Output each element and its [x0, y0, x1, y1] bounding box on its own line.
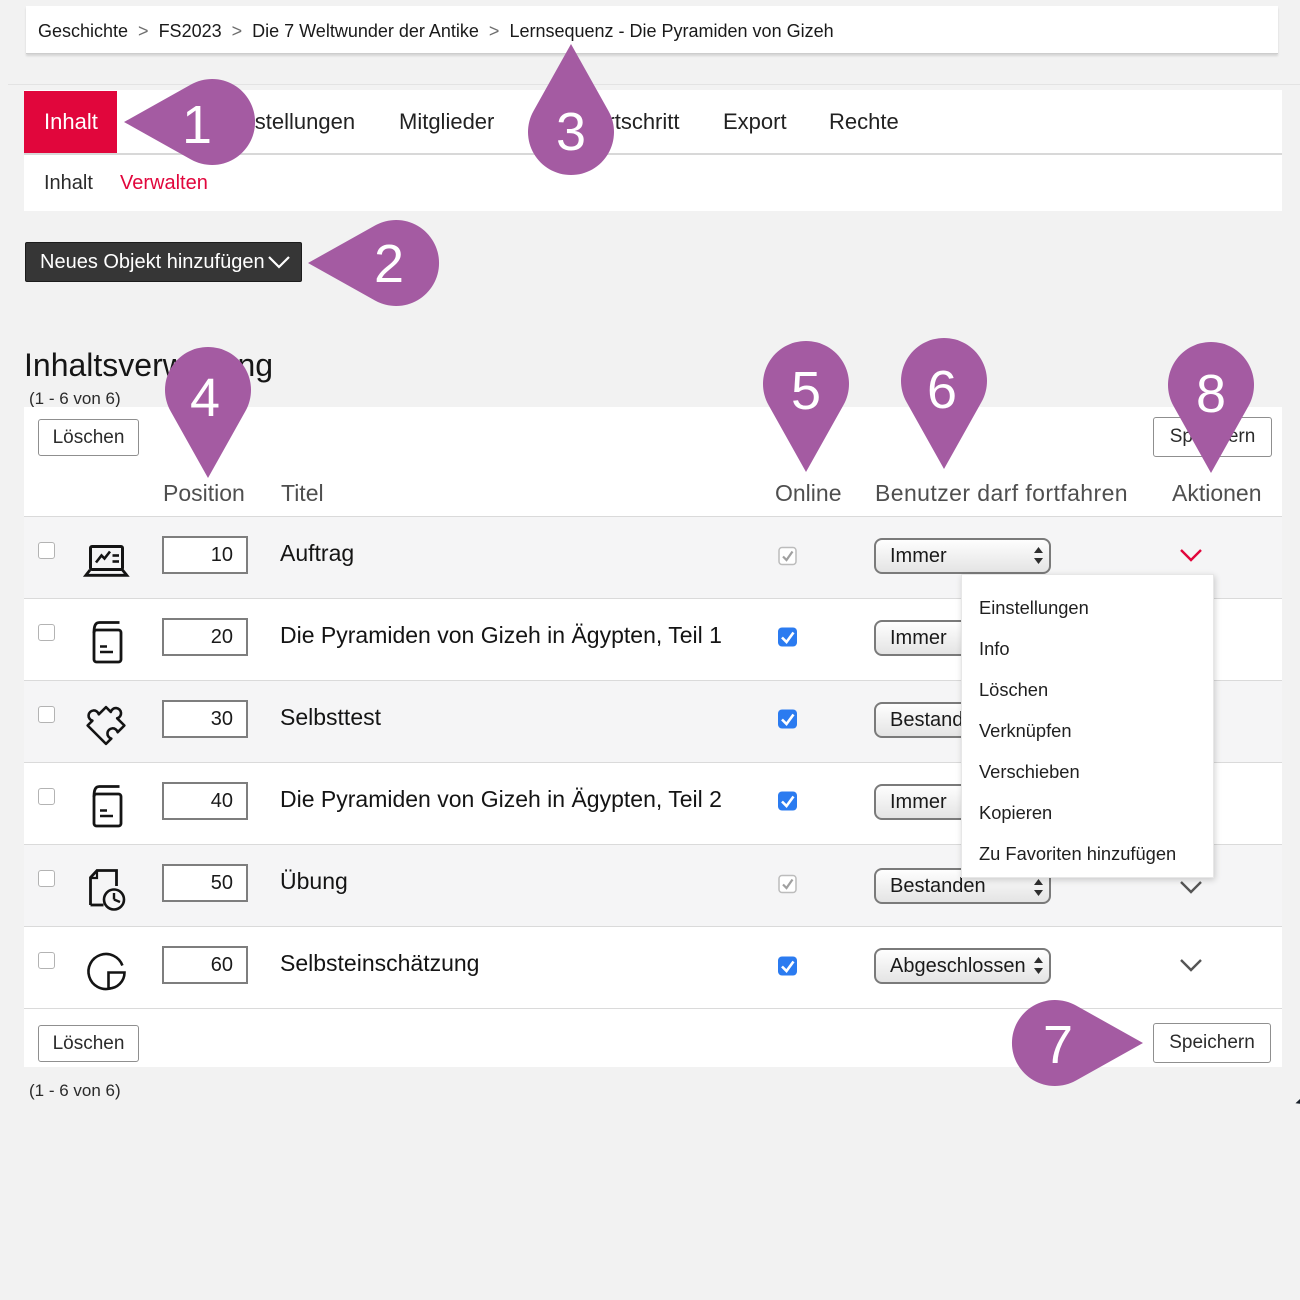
svg-text:2: 2	[374, 234, 404, 294]
